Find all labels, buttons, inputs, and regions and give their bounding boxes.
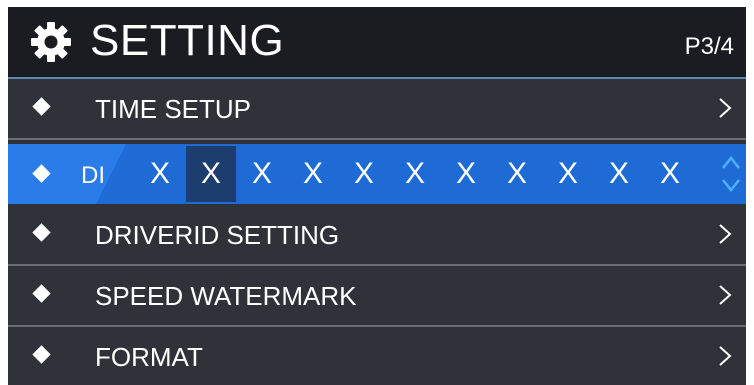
settings-screen: SETTING P3/4 TIME SETUP DI X X X X X X X…	[8, 7, 746, 385]
page-indicator: P3/4	[684, 33, 734, 60]
header-bar: SETTING P3/4	[8, 7, 746, 79]
chevron-right-icon	[719, 224, 732, 244]
chevron-right-icon	[719, 98, 732, 118]
gear-icon	[31, 22, 71, 62]
page-title: SETTING	[90, 16, 285, 65]
chevron-right-icon	[719, 285, 732, 305]
char-cell[interactable]: X	[594, 146, 644, 202]
char-cell[interactable]: X	[237, 146, 287, 202]
char-cell[interactable]: X	[645, 146, 695, 202]
driver-id-edit-row[interactable]: DI X X X X X X X X X X X	[8, 144, 746, 204]
bullet-diamond-icon	[32, 223, 51, 242]
menu-item-label: TIME SETUP	[95, 94, 252, 124]
menu-item-label: DRIVERID SETTING	[95, 220, 340, 250]
bullet-diamond-icon	[32, 284, 51, 303]
char-cell[interactable]: X	[441, 146, 491, 202]
bullet-diamond-icon	[32, 97, 51, 116]
bullet-diamond-icon	[32, 345, 51, 364]
char-cell[interactable]: X	[492, 146, 542, 202]
menu-item-time-setup[interactable]: TIME SETUP	[8, 79, 746, 140]
menu-item-driverid-setting[interactable]: DRIVERID SETTING	[8, 205, 746, 266]
up-down-arrows-icon[interactable]	[720, 150, 742, 198]
menu-item-label: FORMAT	[95, 342, 203, 372]
menu-item-speed-watermark[interactable]: SPEED WATERMARK	[8, 266, 746, 327]
menu-item-format[interactable]: FORMAT	[8, 327, 746, 385]
driver-id-label-truncated: DI	[81, 162, 103, 189]
char-cell[interactable]: X	[288, 146, 338, 202]
char-cell[interactable]: X	[543, 146, 593, 202]
char-cell[interactable]: X	[339, 146, 389, 202]
char-cell-active[interactable]: X	[186, 146, 236, 202]
char-cell[interactable]: X	[390, 146, 440, 202]
menu-item-label: SPEED WATERMARK	[95, 281, 357, 311]
char-cell[interactable]: X	[135, 146, 185, 202]
chevron-right-icon	[719, 346, 732, 366]
